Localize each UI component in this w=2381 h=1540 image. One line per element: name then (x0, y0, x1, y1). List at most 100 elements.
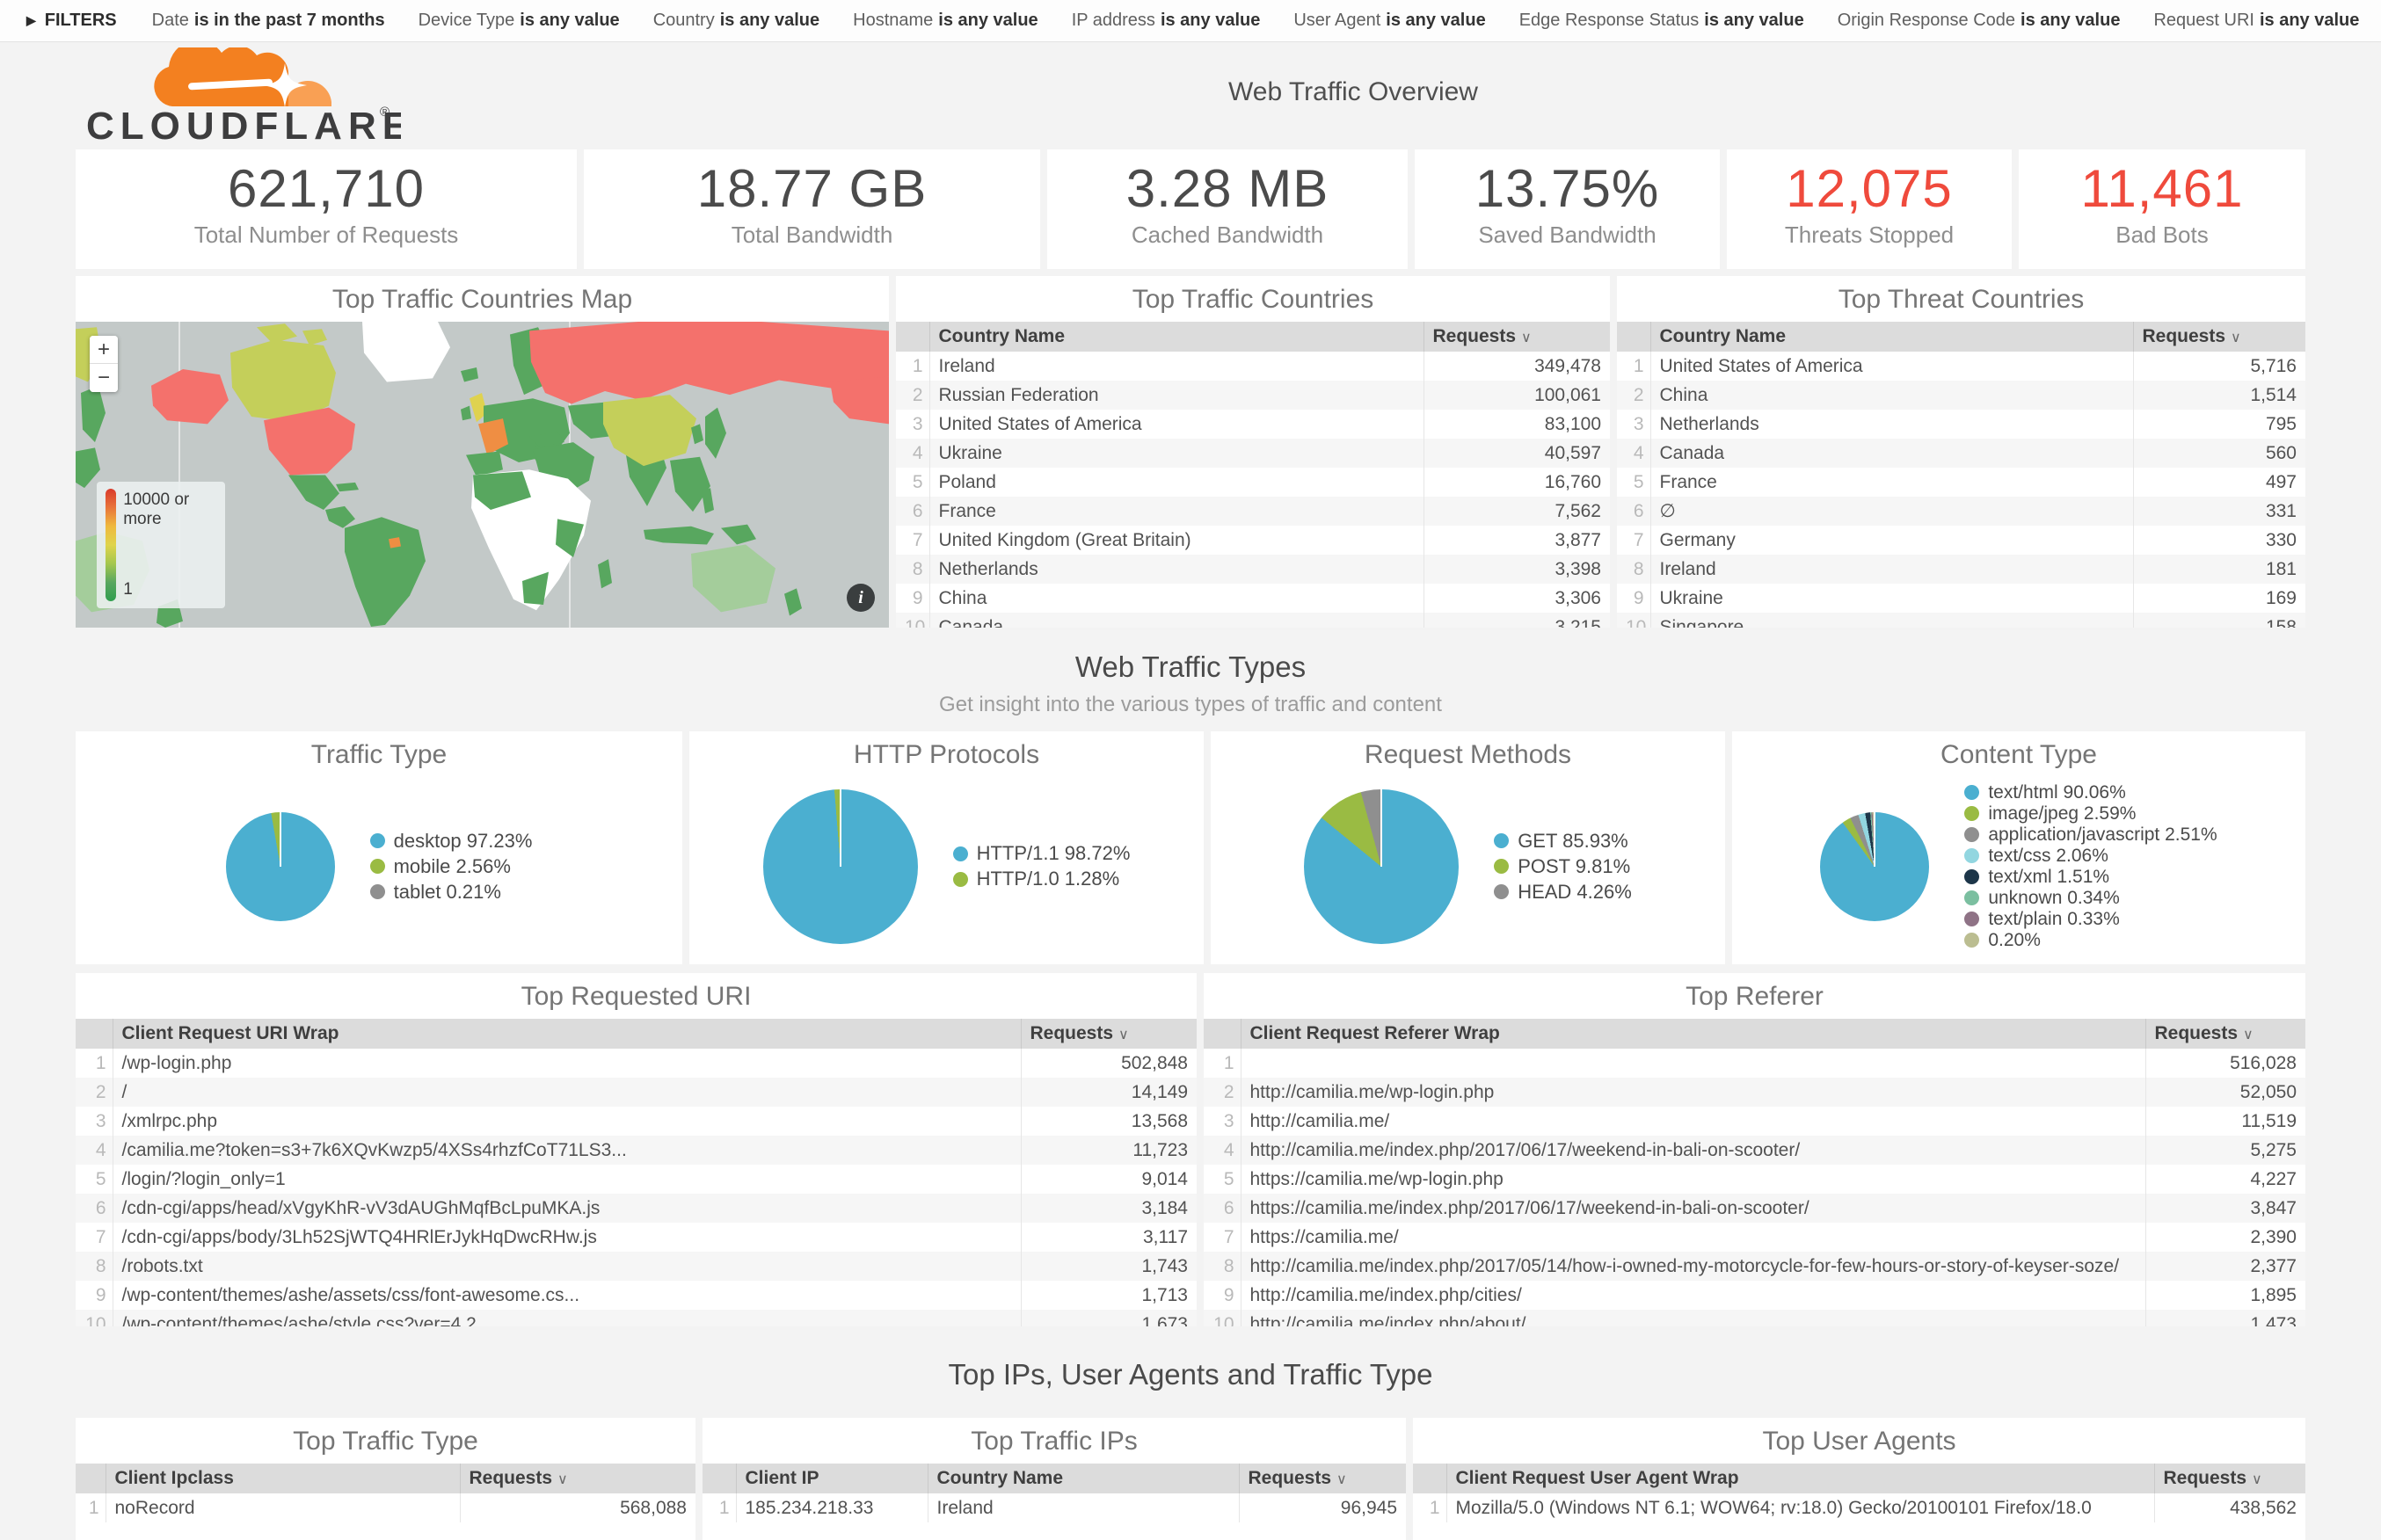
cell[interactable]: https://camilia.me/ (1241, 1223, 2145, 1252)
cell[interactable]: China (929, 584, 1424, 613)
legend-item[interactable]: text/html 90.06% (1964, 782, 2217, 803)
legend-item[interactable]: mobile 2.56% (370, 854, 533, 879)
cell[interactable]: 100,061 (1424, 381, 1610, 410)
legend-item[interactable]: HTTP/1.1 98.72% (953, 841, 1131, 867)
content-type-pie-chart[interactable] (1820, 812, 1929, 921)
column-header-requests[interactable]: Requests∨ (2154, 1464, 2305, 1493)
legend-item[interactable]: desktop 97.23% (370, 828, 533, 854)
cell[interactable]: 331 (2133, 497, 2305, 526)
cell[interactable]: 3,184 (1021, 1194, 1197, 1223)
kpi-threats-stopped[interactable]: 12,075 Threats Stopped (1727, 149, 2012, 269)
cell[interactable]: 438,562 (2154, 1493, 2305, 1522)
column-header-requests[interactable]: Requests∨ (1239, 1464, 1406, 1493)
cell[interactable]: https://camilia.me/index.php/2017/06/17/… (1241, 1194, 2145, 1223)
cell[interactable]: 3,877 (1424, 526, 1610, 555)
legend-item[interactable]: 0.20% (1964, 930, 2217, 951)
cell[interactable]: 40,597 (1424, 439, 1610, 468)
legend-item[interactable]: unknown 0.34% (1964, 888, 2217, 909)
cell[interactable]: /login/?login_only=1 (113, 1165, 1021, 1194)
cell[interactable]: United States of America (929, 410, 1424, 439)
cell[interactable]: http://camilia.me/index.php/2017/05/14/h… (1241, 1252, 2145, 1281)
map-info-button[interactable]: i (847, 584, 875, 612)
cell[interactable]: 502,848 (1021, 1049, 1197, 1078)
filter-request-uri[interactable]: Request URIis any value (2153, 11, 2359, 30)
column-header-client-request-uri-wrap[interactable]: Client Request URI Wrap (113, 1019, 1021, 1049)
legend-item[interactable]: image/jpeg 2.59% (1964, 803, 2217, 824)
traffic-type-pie-chart[interactable] (226, 812, 335, 921)
column-header-client-request-user-agent-wrap[interactable]: Client Request User Agent Wrap (1446, 1464, 2154, 1493)
kpi-total-bandwidth[interactable]: 18.77 GB Total Bandwidth (584, 149, 1040, 269)
cell[interactable]: 11,519 (2145, 1107, 2305, 1136)
column-header-requests[interactable]: Requests∨ (1424, 322, 1610, 352)
filter-country[interactable]: Countryis any value (653, 11, 819, 30)
filters-toggle[interactable]: ▶ FILTERS (26, 11, 117, 31)
cell[interactable]: Germany (1650, 526, 2133, 555)
column-header-country-name[interactable]: Country Name (1650, 322, 2133, 352)
cell[interactable]: /robots.txt (113, 1252, 1021, 1281)
cell[interactable]: Singapore (1650, 613, 2133, 628)
cell[interactable]: United States of America (1650, 352, 2133, 381)
cell[interactable]: Poland (929, 468, 1424, 497)
cell[interactable]: 185.234.218.33 (736, 1493, 928, 1522)
cell[interactable]: 3,117 (1021, 1223, 1197, 1252)
cell[interactable]: /camilia.me?token=s3+7k6XQvKwzp5/4XSs4rh… (113, 1136, 1021, 1165)
cell[interactable]: 516,028 (2145, 1049, 2305, 1078)
cell[interactable]: http://camilia.me/index.php/cities/ (1241, 1281, 2145, 1310)
cell[interactable]: http://camilia.me/index.php/about/ (1241, 1310, 2145, 1326)
kpi-saved-bandwidth[interactable]: 13.75% Saved Bandwidth (1415, 149, 1720, 269)
cell[interactable]: 2,377 (2145, 1252, 2305, 1281)
cell[interactable]: 1,514 (2133, 381, 2305, 410)
column-header-country-name[interactable]: Country Name (928, 1464, 1239, 1493)
legend-item[interactable]: POST 9.81% (1494, 854, 1632, 879)
cell[interactable]: Netherlands (929, 555, 1424, 584)
cell[interactable]: /wp-content/themes/ashe/style.css?ver=4.… (113, 1310, 1021, 1326)
http-protocols-pie-chart[interactable] (763, 789, 918, 944)
cell[interactable]: /wp-content/themes/ashe/assets/css/font-… (113, 1281, 1021, 1310)
cell[interactable]: Netherlands (1650, 410, 2133, 439)
filter-edge-response-status[interactable]: Edge Response Statusis any value (1519, 11, 1804, 30)
cell[interactable]: 96,945 (1239, 1493, 1406, 1522)
cell[interactable]: Ireland (928, 1493, 1239, 1522)
cell[interactable]: Canada (1650, 439, 2133, 468)
cell[interactable]: 181 (2133, 555, 2305, 584)
legend-item[interactable]: text/css 2.06% (1964, 846, 2217, 867)
legend-item[interactable]: HTTP/1.0 1.28% (953, 867, 1131, 892)
legend-item[interactable]: application/javascript 2.51% (1964, 824, 2217, 846)
cell[interactable]: 795 (2133, 410, 2305, 439)
cell[interactable]: 3,398 (1424, 555, 1610, 584)
cell[interactable]: 1,473 (2145, 1310, 2305, 1326)
cell[interactable]: 14,149 (1021, 1078, 1197, 1107)
zoom-out-button[interactable]: − (90, 364, 118, 392)
cell[interactable]: 2,390 (2145, 1223, 2305, 1252)
cell[interactable]: Ireland (1650, 555, 2133, 584)
legend-item[interactable]: text/xml 1.51% (1964, 867, 2217, 888)
legend-item[interactable]: HEAD 4.26% (1494, 879, 1632, 904)
kpi-total-requests[interactable]: 621,710 Total Number of Requests (76, 149, 577, 269)
cell[interactable]: 4,227 (2145, 1165, 2305, 1194)
cell[interactable]: China (1650, 381, 2133, 410)
cell[interactable]: /wp-login.php (113, 1049, 1021, 1078)
cell[interactable]: 52,050 (2145, 1078, 2305, 1107)
column-header-requests[interactable]: Requests∨ (460, 1464, 695, 1493)
kpi-bad-bots[interactable]: 11,461 Bad Bots (2019, 149, 2305, 269)
cell[interactable]: Ukraine (929, 439, 1424, 468)
filter-date[interactable]: Dateis in the past 7 months (152, 11, 385, 30)
cell[interactable]: 1,673 (1021, 1310, 1197, 1326)
cell[interactable]: 1,895 (2145, 1281, 2305, 1310)
filter-user-agent[interactable]: User Agentis any value (1293, 11, 1485, 30)
cell[interactable]: https://camilia.me/wp-login.php (1241, 1165, 2145, 1194)
cell[interactable]: 158 (2133, 613, 2305, 628)
cell[interactable]: / (113, 1078, 1021, 1107)
filter-hostname[interactable]: Hostnameis any value (853, 11, 1038, 30)
column-header-client-ip[interactable]: Client IP (736, 1464, 928, 1493)
filter-origin-response-code[interactable]: Origin Response Codeis any value (1838, 11, 2121, 30)
zoom-in-button[interactable]: + (90, 336, 118, 364)
cell[interactable]: 3,306 (1424, 584, 1610, 613)
cell[interactable]: 169 (2133, 584, 2305, 613)
cell[interactable]: /cdn-cgi/apps/head/xVgyKhR-vV3dAUGhMqfBc… (113, 1194, 1021, 1223)
cell[interactable]: 1,713 (1021, 1281, 1197, 1310)
request-methods-pie-chart[interactable] (1304, 789, 1459, 944)
filter-ip-address[interactable]: IP addressis any value (1072, 11, 1261, 30)
cell[interactable]: Ireland (929, 352, 1424, 381)
kpi-cached-bandwidth[interactable]: 3.28 MB Cached Bandwidth (1047, 149, 1408, 269)
